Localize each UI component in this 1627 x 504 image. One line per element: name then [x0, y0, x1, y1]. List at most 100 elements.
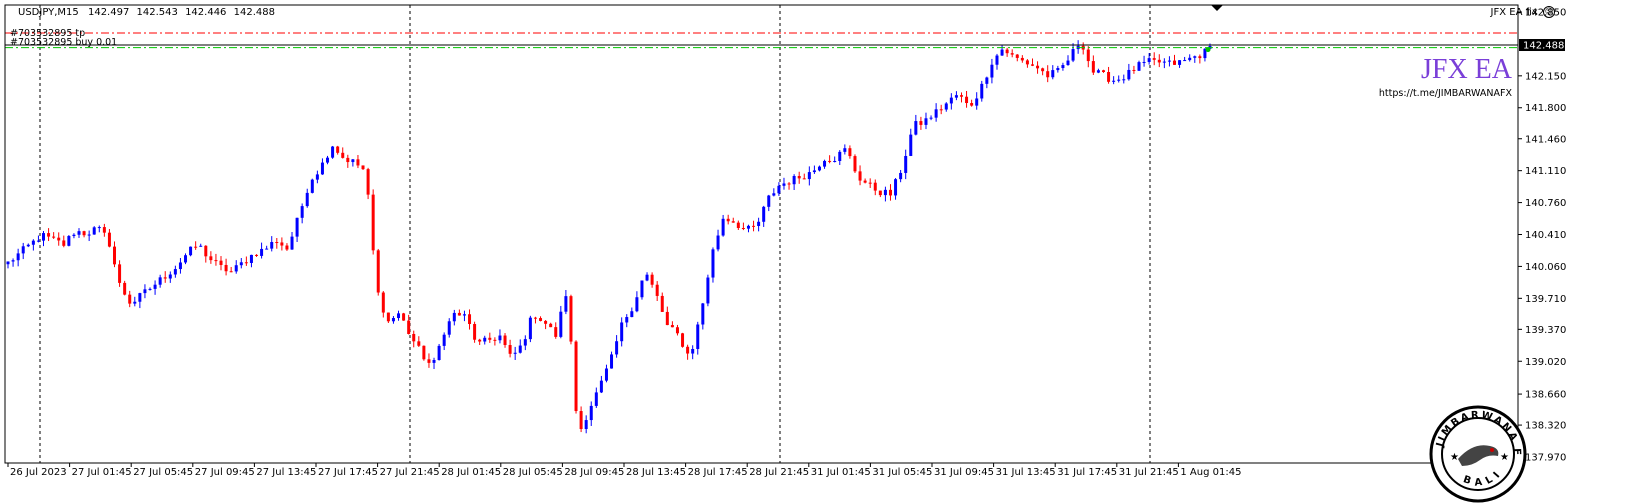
candle-body: [1183, 60, 1187, 62]
candle-body: [782, 183, 786, 186]
candle-body: [599, 380, 603, 393]
candle-body: [209, 256, 213, 261]
candle-body: [16, 253, 20, 261]
candle-body: [412, 333, 416, 342]
candle-body: [604, 368, 608, 381]
y-tick-label: 139.710: [1525, 294, 1566, 305]
candle-body: [123, 282, 127, 295]
candle-body: [564, 296, 568, 312]
y-tick-label: 138.660: [1525, 390, 1566, 401]
candle-body: [468, 314, 472, 325]
candle-body: [949, 97, 953, 104]
low-value: 142.446: [185, 7, 227, 18]
x-tick-label: 28 Jul 13:45: [626, 467, 686, 478]
candle-body: [290, 236, 294, 250]
x-tick-label: 28 Jul 21:45: [749, 467, 809, 478]
candle-body: [275, 242, 279, 244]
candle-body: [391, 318, 395, 322]
candle-body: [944, 103, 948, 110]
candle-body: [1112, 80, 1116, 82]
candle-body: [777, 185, 781, 194]
candle-body: [1041, 68, 1045, 72]
candle-body: [457, 312, 461, 316]
candle-body: [508, 345, 512, 354]
chart-shift-icon[interactable]: [1211, 5, 1223, 11]
candle-body: [959, 95, 963, 97]
candle-body: [1005, 49, 1009, 54]
candle-body: [965, 96, 969, 104]
candle-body: [376, 250, 380, 293]
candle-body: [970, 103, 974, 106]
candle-body: [1122, 79, 1126, 81]
price-chart[interactable]: 142.488 142.850 142.150 141.800 141.460 141.…: [0, 0, 1627, 503]
candle-body: [1025, 60, 1029, 65]
open-value: 142.497: [87, 7, 130, 18]
candle-body: [102, 227, 106, 233]
candle-body: [1193, 56, 1197, 58]
candle-body: [417, 341, 421, 346]
candle-body: [1036, 65, 1040, 69]
chart-svg[interactable]: 142.488 142.850142.150141.800141.460141.…: [0, 0, 1627, 500]
candle-body: [1127, 69, 1131, 80]
y-tick-label: 137.970: [1525, 453, 1566, 464]
candle-body: [397, 313, 401, 319]
y-tick-label: 138.320: [1525, 421, 1566, 432]
candle-body: [1172, 60, 1176, 65]
candle-body: [6, 261, 10, 265]
candle-body: [513, 352, 517, 354]
x-tick-label: 31 Jul 17:45: [1057, 467, 1117, 478]
candle-body: [199, 245, 203, 247]
candle-body: [386, 312, 390, 322]
candle-body: [584, 420, 588, 430]
candle-body: [848, 148, 852, 157]
candle-body: [985, 77, 989, 84]
x-tick-label: 27 Jul 13:45: [256, 467, 316, 478]
candle-body: [178, 262, 182, 270]
candle-body: [488, 337, 492, 340]
candle-body: [346, 157, 350, 163]
candle-body: [954, 95, 958, 98]
candle-body: [873, 182, 877, 191]
candle-body: [244, 262, 248, 264]
candle-body: [701, 303, 705, 325]
candle-body: [660, 295, 664, 312]
candle-body: [518, 345, 522, 353]
y-tick-label: 139.020: [1525, 357, 1566, 368]
svg-text:★: ★: [1450, 452, 1459, 463]
x-tick-label: 31 Jul 09:45: [934, 467, 994, 478]
candle-body: [204, 245, 208, 257]
candle-body: [533, 317, 537, 319]
candle-body: [62, 240, 66, 246]
candle-body: [620, 322, 624, 342]
candle-body: [1167, 60, 1171, 62]
x-tick-label: 28 Jul 09:45: [564, 467, 624, 478]
candle-body: [1015, 54, 1019, 58]
candle-body: [797, 175, 801, 179]
y-tick-label: 142.150: [1525, 71, 1566, 82]
candle-body: [691, 348, 695, 354]
candle-body: [843, 148, 847, 152]
candle-body: [721, 218, 725, 236]
candle-body: [356, 159, 360, 166]
candle-body: [838, 151, 842, 161]
buy-order-label[interactable]: #703532895 buy 0.01: [10, 37, 117, 48]
candle-body: [498, 335, 502, 341]
candle-body: [817, 166, 821, 171]
candle-body: [361, 165, 365, 170]
candle-body: [812, 170, 816, 173]
candle-body: [214, 260, 218, 262]
candle-body: [366, 169, 370, 195]
candle-body: [285, 245, 289, 250]
candle-body: [904, 155, 908, 173]
expert-advisor-label[interactable]: JFX EA fix ☺: [1491, 6, 1555, 18]
candle-body: [224, 264, 228, 272]
candle-body: [1056, 68, 1060, 71]
brand-link[interactable]: https://t.me/JIMBARWANAFX: [1379, 88, 1512, 99]
candle-body: [579, 411, 583, 430]
candle-body: [726, 218, 730, 222]
candle-body: [36, 240, 40, 242]
candle-body: [772, 193, 776, 196]
candle-body: [665, 311, 669, 326]
candle-body: [1157, 59, 1161, 63]
candle-body: [239, 262, 243, 266]
